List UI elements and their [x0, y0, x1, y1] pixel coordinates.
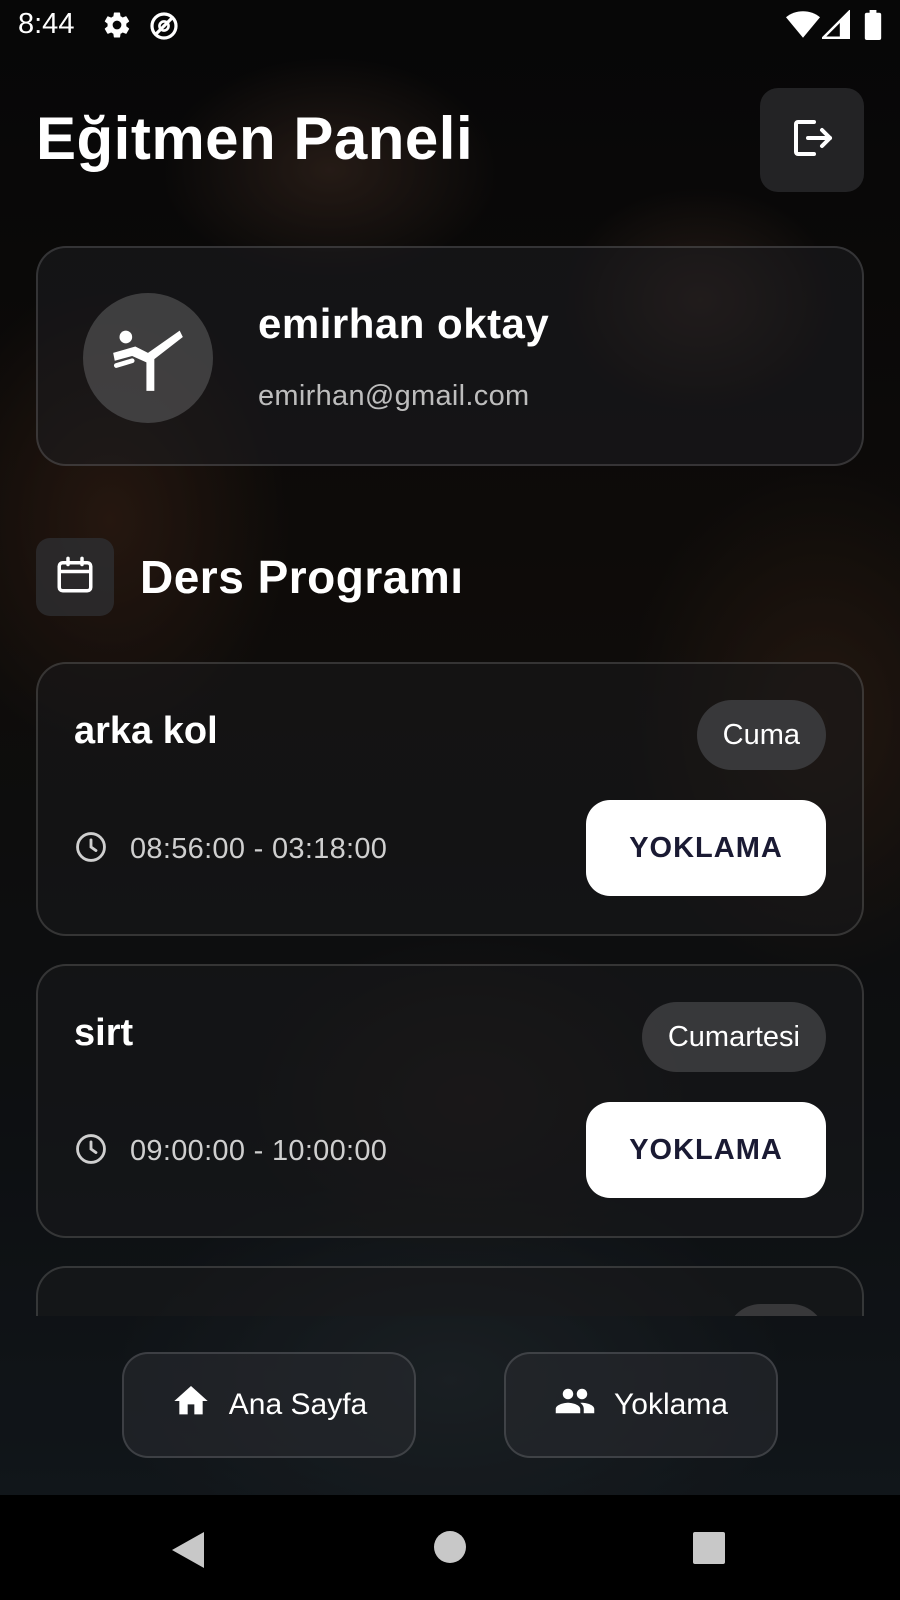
recents-icon[interactable]	[692, 1531, 726, 1570]
day-badge: Cuma	[696, 700, 826, 770]
status-bar: 8:44	[0, 0, 900, 54]
attendance-button[interactable]: YOKLAMA	[586, 1102, 826, 1198]
battery-icon	[864, 10, 882, 45]
day-badge: Cumartesi	[641, 1002, 826, 1072]
lesson-time: 08:56:00 - 03:18:00	[130, 833, 388, 865]
wifi-icon	[786, 10, 820, 45]
logout-icon	[788, 114, 836, 167]
lesson-card: sirt Cumartesi 09:00:00 - 10:00:00 YOKLA…	[36, 964, 864, 1238]
calendar-icon	[54, 554, 96, 601]
group-icon	[554, 1380, 596, 1430]
clock-icon	[74, 830, 108, 869]
lesson-list[interactable]: arka kol Cuma 08:56:00 - 03:18:00 YOKLAM…	[0, 660, 900, 1316]
system-nav-bar	[0, 1495, 900, 1600]
martial-arts-kick-icon	[110, 318, 186, 399]
cell-signal-icon	[820, 9, 850, 45]
lesson-card-partial	[36, 1266, 864, 1316]
logout-button[interactable]	[760, 88, 864, 192]
home-circle-icon[interactable]	[433, 1530, 467, 1569]
lesson-time-row: 09:00:00 - 10:00:00	[74, 1132, 387, 1171]
day-badge	[726, 1304, 826, 1316]
section-icon-box	[36, 538, 114, 616]
gear-icon	[102, 10, 132, 45]
nav-home-button[interactable]: Ana Sayfa	[122, 1352, 416, 1458]
profile-email: emirhan@gmail.com	[258, 380, 530, 412]
page-title: Eğitmen Paneli	[36, 105, 474, 172]
profile-name: emirhan oktay	[258, 300, 550, 347]
status-time: 8:44	[18, 8, 75, 40]
lesson-card: arka kol Cuma 08:56:00 - 03:18:00 YOKLAM…	[36, 662, 864, 936]
lesson-time: 09:00:00 - 10:00:00	[130, 1135, 388, 1167]
lesson-name: sirt	[74, 1012, 134, 1054]
nav-attendance-button[interactable]: Yoklama	[504, 1352, 778, 1458]
profile-card: emirhan oktay emirhan@gmail.com	[36, 246, 864, 466]
section-title: Ders Programı	[140, 551, 464, 603]
data-saver-icon	[148, 10, 180, 47]
lesson-name: arka kol	[74, 710, 218, 752]
clock-icon	[74, 1132, 108, 1171]
back-icon[interactable]	[168, 1530, 206, 1575]
avatar	[83, 293, 213, 423]
home-icon	[171, 1381, 211, 1429]
lesson-time-row: 08:56:00 - 03:18:00	[74, 830, 387, 869]
nav-attendance-label: Yoklama	[614, 1388, 728, 1421]
nav-home-label: Ana Sayfa	[228, 1388, 368, 1421]
attendance-button[interactable]: YOKLAMA	[586, 800, 826, 896]
